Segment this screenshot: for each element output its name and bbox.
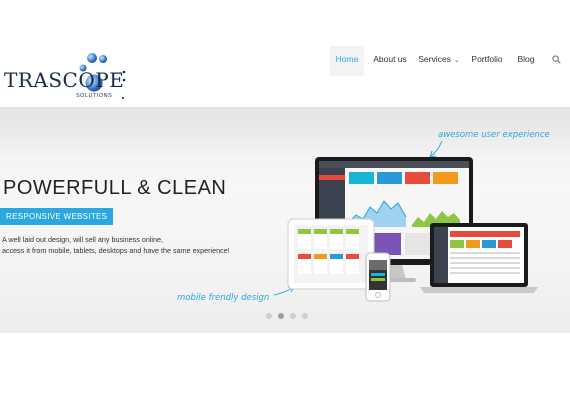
- slider-dot-2[interactable]: [278, 313, 284, 319]
- slider-dot-1[interactable]: [266, 313, 272, 319]
- nav-services-label: Services: [418, 54, 451, 64]
- brand-tagline: SOLUTIONS: [76, 93, 113, 99]
- devices-illustration: [287, 157, 538, 302]
- tablet-image: [287, 218, 375, 290]
- slider-pagination: [266, 313, 310, 321]
- nav-blog-label: Blog: [517, 54, 535, 64]
- nav-about-label: About us: [373, 54, 407, 64]
- slider-dot-3[interactable]: [290, 313, 296, 319]
- hero-description-line1: A well laid out design, will sell any bu…: [2, 235, 164, 244]
- chevron-down-icon: ⌄: [453, 57, 460, 64]
- nav-home-label: Home: [335, 54, 359, 64]
- nav-about[interactable]: About us: [370, 46, 410, 76]
- brand-name: TRASCOPE: [4, 68, 125, 92]
- search-icon: [551, 55, 561, 64]
- nav-portfolio[interactable]: Portfolio: [468, 46, 506, 76]
- annotation-mobile-design: mobile frendly design: [177, 293, 270, 303]
- hero-slider: POWERFULL & CLEAN RESPONSIVE WEBSITES A …: [0, 107, 570, 333]
- nav-home[interactable]: Home: [330, 46, 364, 76]
- laptop-image: [420, 223, 538, 293]
- slider-dot-4[interactable]: [302, 313, 308, 319]
- main-nav: Home About us Services ⌄ Portfolio Blog: [330, 46, 570, 76]
- hero-headline: POWERFULL & CLEAN: [3, 177, 227, 199]
- phone-image: [365, 252, 391, 302]
- hero-description-line2: access it from mobile, tablets, desktops…: [2, 246, 230, 255]
- nav-services[interactable]: Services ⌄: [416, 46, 462, 76]
- brand-logo[interactable]: TRASCOPE SOLUTIONS: [4, 52, 134, 104]
- site-header: TRASCOPE SOLUTIONS Home About us Service…: [0, 0, 570, 106]
- hero-badge: RESPONSIVE WEBSITES: [0, 208, 114, 225]
- nav-portfolio-label: Portfolio: [471, 54, 503, 64]
- nav-blog[interactable]: Blog: [514, 46, 538, 76]
- hero-description: A well laid out design, will sell any bu…: [2, 234, 252, 256]
- search-button[interactable]: [548, 46, 564, 76]
